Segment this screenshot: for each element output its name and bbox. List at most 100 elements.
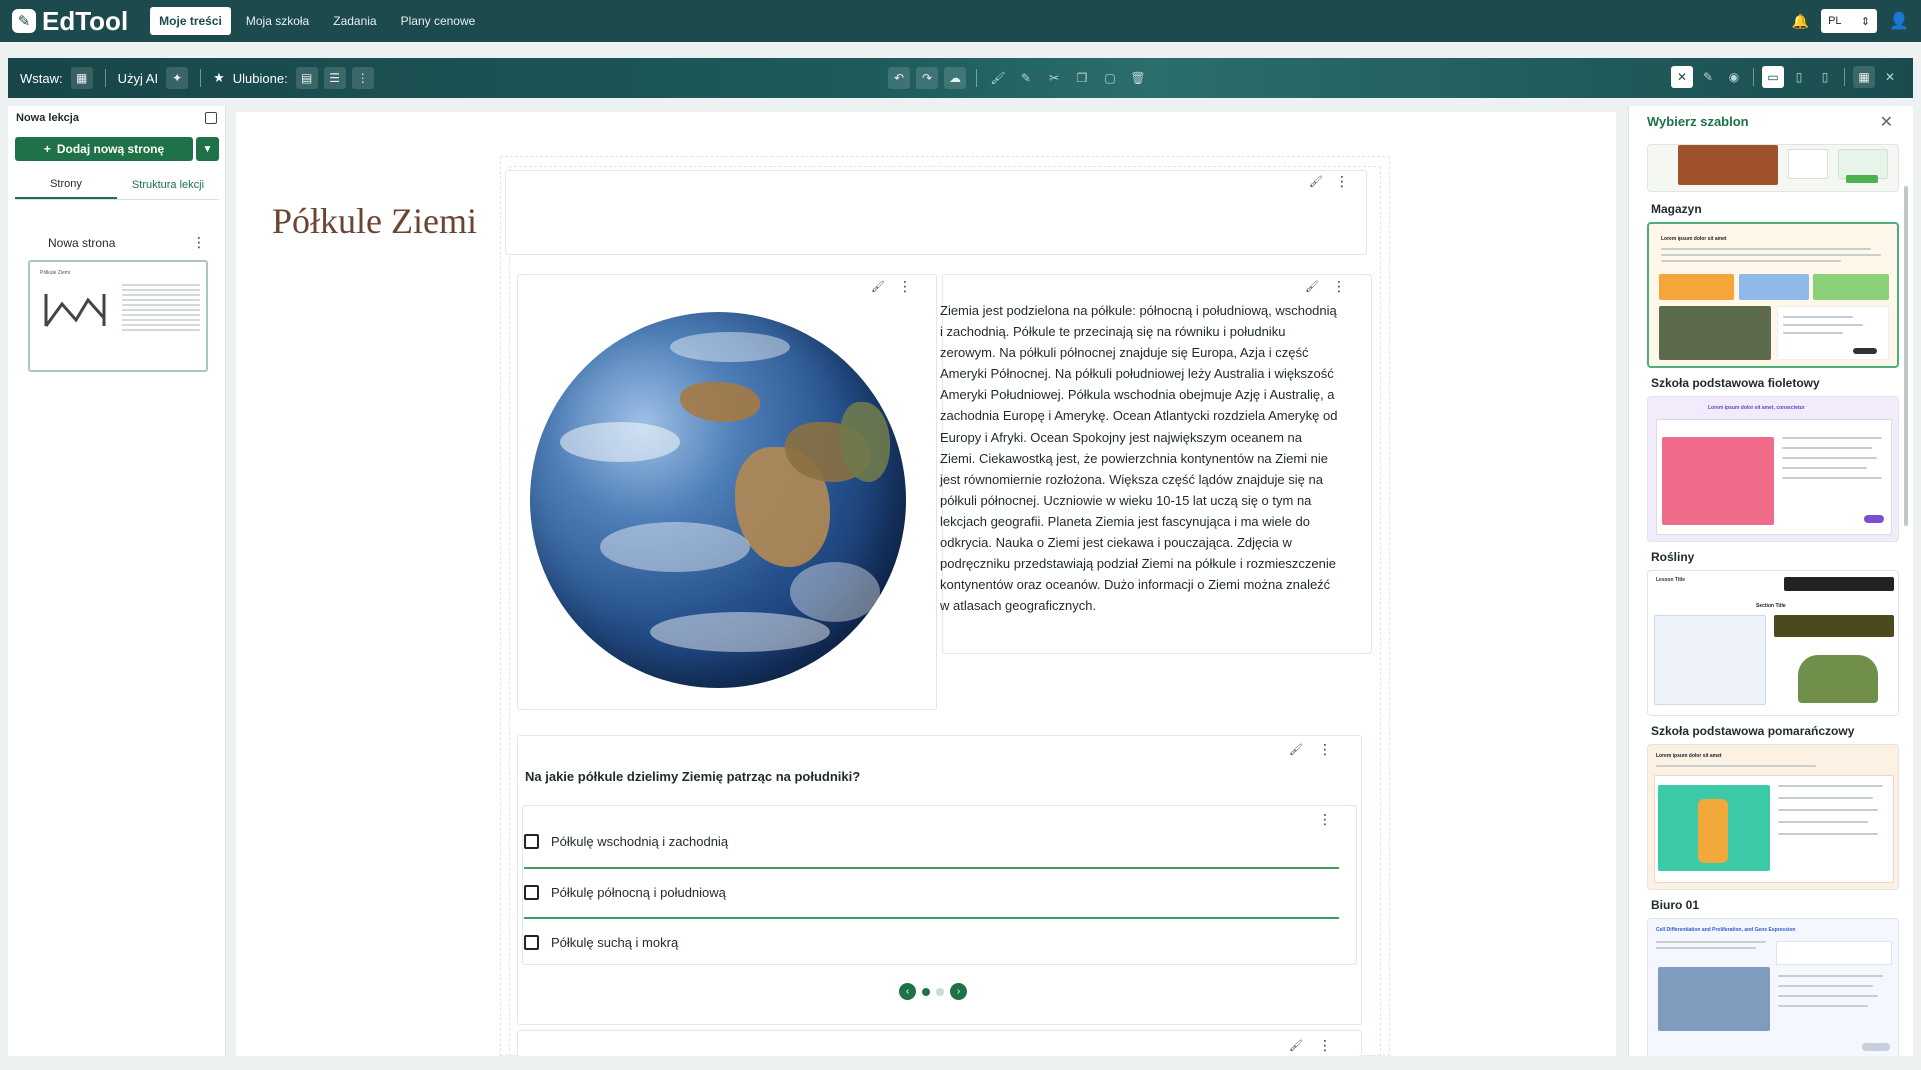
thumb-heading: Cell Differentiation and Proliferation, … xyxy=(1656,927,1796,933)
scrollbar[interactable] xyxy=(1904,186,1908,526)
template-name: Rośliny xyxy=(1651,550,1695,564)
add-page-dropdown[interactable]: ▼ xyxy=(196,137,219,161)
edit-icon[interactable]: ✎ xyxy=(1015,67,1037,89)
thumbnail-text-lines xyxy=(122,284,200,334)
nav-my-school[interactable]: Moja szkoła xyxy=(237,7,318,35)
template-thumb-office[interactable]: Cell Differentiation and Proliferation, … xyxy=(1647,918,1899,1056)
block-menu-icon[interactable]: ⋮ xyxy=(1318,742,1332,756)
pager-dot[interactable] xyxy=(922,987,930,996)
answer-text: Półkulę wschodnią i zachodnią xyxy=(551,834,729,849)
undo-icon[interactable]: ↶ xyxy=(888,67,910,89)
page-item-name[interactable]: Nowa strona xyxy=(48,236,115,250)
paste-icon[interactable]: ▢ xyxy=(1099,67,1121,89)
thumb-heading: Section Title xyxy=(1756,603,1786,609)
page-title[interactable]: Półkule Ziemi xyxy=(272,200,477,242)
block-menu-icon[interactable]: ⋮ xyxy=(898,279,912,293)
pager-dot[interactable] xyxy=(936,987,944,996)
toolbar-divider xyxy=(104,69,106,87)
chevron-down-icon: ▼ xyxy=(202,143,213,155)
answer-option-2[interactable]: Półkulę północną i południową xyxy=(524,885,726,900)
block-style-icon[interactable]: 🖌 xyxy=(1305,280,1319,293)
trash-icon[interactable]: 🗑 xyxy=(1127,67,1149,89)
answer-option-3[interactable]: Półkulę suchą i mokrą xyxy=(524,935,678,950)
answer-checkbox[interactable] xyxy=(524,834,539,849)
add-page-button[interactable]: + Dodaj nową stronę xyxy=(15,137,193,161)
language-select[interactable]: PL ⇕ xyxy=(1821,9,1878,33)
template-thumb-school-violet[interactable]: Lorem ipsum dolor sit amet, consectetur xyxy=(1647,396,1899,542)
collapse-panel-icon[interactable] xyxy=(205,112,217,124)
star-icon: ★ xyxy=(213,70,225,85)
tab-pages[interactable]: Strony xyxy=(15,170,117,199)
toolbar-divider xyxy=(976,69,977,87)
desktop-view-icon[interactable]: ▭ xyxy=(1762,66,1784,88)
nav-tasks[interactable]: Zadania xyxy=(324,7,385,35)
block-style-icon[interactable]: 🖌 xyxy=(1309,175,1323,188)
favorite-list-icon[interactable]: ☰ xyxy=(323,67,346,89)
image-placeholder-icon xyxy=(44,294,106,327)
template-thumb-plants[interactable]: Lesson Title Section Title xyxy=(1647,570,1899,716)
tab-lesson-structure[interactable]: Struktura lekcji xyxy=(117,170,219,199)
page-thumbnail[interactable]: Półkule Ziemi xyxy=(28,260,208,372)
tablet-view-icon[interactable]: ▯ xyxy=(1788,66,1810,88)
answer-option-1[interactable]: Półkulę wschodnią i zachodnią xyxy=(524,834,728,849)
tools-icon[interactable]: ✕ xyxy=(1671,66,1693,88)
toolbar-divider xyxy=(1753,68,1754,86)
answer-divider xyxy=(524,867,1339,869)
favorite-text-icon[interactable]: ▤ xyxy=(295,67,318,89)
ai-icon[interactable]: ✦ xyxy=(166,67,189,89)
earth-image xyxy=(530,312,906,688)
favorite-columns-icon[interactable]: ⋮ xyxy=(351,67,374,89)
title-block[interactable] xyxy=(505,170,1367,255)
pencil-icon[interactable]: ✎ xyxy=(1697,66,1719,88)
toolbar-divider xyxy=(200,69,202,87)
logo[interactable]: ✎ EdTool xyxy=(12,6,128,37)
thumb-heading: Lorem ipsum dolor sit amet, consectetur xyxy=(1708,405,1805,411)
answers-menu-icon[interactable]: ⋮ xyxy=(1318,812,1332,826)
close-editor-icon[interactable]: ✕ xyxy=(1879,66,1901,88)
ai-label[interactable]: Użyj AI xyxy=(118,71,158,86)
page-menu-icon[interactable]: ⋮ xyxy=(192,234,206,251)
insert-grid-icon[interactable]: ▦ xyxy=(70,67,93,89)
templates-panel: Wybierz szablon ✕ Magazyn Lorem ipsum do… xyxy=(1628,106,1913,1056)
cut-icon[interactable]: ✂ xyxy=(1043,67,1065,89)
nav-pricing[interactable]: Plany cenowe xyxy=(392,7,485,35)
template-thumb-school-orange[interactable]: Lorem ipsum dolor sit amet xyxy=(1647,744,1899,890)
mobile-view-icon[interactable]: ▯ xyxy=(1814,66,1836,88)
prev-arrow-icon[interactable]: ‹ xyxy=(899,983,916,1000)
lesson-paragraph[interactable]: Ziemia jest podzielona na półkule: półno… xyxy=(940,300,1340,616)
close-icon[interactable]: ✕ xyxy=(1880,112,1893,132)
template-thumb-previous[interactable] xyxy=(1647,144,1899,192)
plant-image xyxy=(1798,655,1878,703)
block-style-icon[interactable]: 🖌 xyxy=(1289,743,1303,756)
quiz-question: Na jakie półkule dzielimy Ziemię patrząc… xyxy=(525,769,861,784)
editor-toolbar: Wstaw: ▦ Użyj AI ✦ ★ Ulubione: ▤ ☰ ⋮ ↶ ↷… xyxy=(8,58,1913,98)
next-block[interactable] xyxy=(517,1030,1362,1056)
block-menu-icon[interactable]: ⋮ xyxy=(1318,1038,1332,1052)
copy-icon[interactable]: ❐ xyxy=(1071,67,1093,89)
next-arrow-icon[interactable]: › xyxy=(950,983,967,1000)
templates-icon[interactable]: ▦ xyxy=(1853,66,1875,88)
user-icon[interactable]: 👤 xyxy=(1889,11,1909,31)
nav-my-content[interactable]: Moje treści xyxy=(150,7,231,35)
add-page-label: Dodaj nową stronę xyxy=(56,142,165,156)
toolbar-divider xyxy=(1844,68,1845,86)
bell-icon[interactable]: 🔔 xyxy=(1792,13,1809,30)
preview-icon[interactable]: ◉ xyxy=(1723,66,1745,88)
redo-icon[interactable]: ↷ xyxy=(916,67,938,89)
template-name: Biuro 01 xyxy=(1651,898,1700,912)
answer-checkbox[interactable] xyxy=(524,885,539,900)
thumb-heading: Lorem ipsum dolor sit amet xyxy=(1656,753,1722,759)
block-style-icon[interactable]: 🖌 xyxy=(871,280,885,293)
block-menu-icon[interactable]: ⋮ xyxy=(1332,279,1346,293)
language-value: PL xyxy=(1828,15,1842,27)
block-menu-icon[interactable]: ⋮ xyxy=(1335,174,1349,188)
cloud-save-icon[interactable]: ☁ xyxy=(944,67,966,89)
quiz-pager: ‹ › xyxy=(899,983,967,1000)
thumb-heading: Lesson Title xyxy=(1656,577,1686,583)
squirrel-image xyxy=(1678,145,1778,185)
block-style-icon[interactable]: 🖌 xyxy=(1289,1039,1303,1052)
answer-checkbox[interactable] xyxy=(524,935,539,950)
brush-icon[interactable]: 🖌 xyxy=(987,67,1009,89)
template-thumb-magazine[interactable]: Lorem ipsum dolor sit amet xyxy=(1647,222,1899,368)
app-header: ✎ EdTool Moje treści Moja szkoła Zadania… xyxy=(0,0,1921,42)
